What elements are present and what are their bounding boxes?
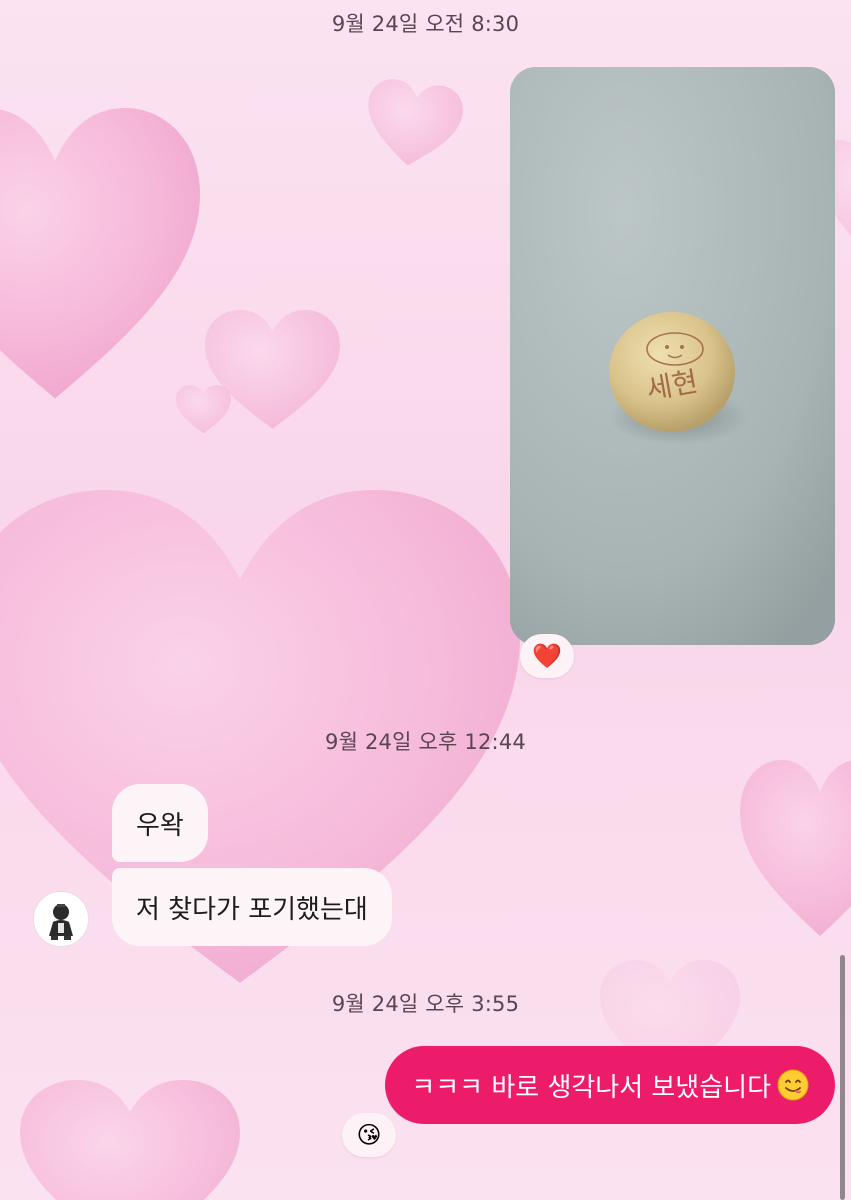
- timestamp: 9월 24일 오후 3:55: [331, 992, 520, 1016]
- outgoing-message[interactable]: ㅋㅋㅋ 바로 생각나서 보냈습니다: [385, 1046, 835, 1124]
- sender-avatar[interactable]: [33, 891, 89, 947]
- timestamp: 9월 24일 오후 12:44: [325, 730, 526, 754]
- timestamp: 9월 24일 오전 8:30: [331, 12, 520, 36]
- outgoing-message-text: ㅋㅋㅋ 바로 생각나서 보냈습니다: [411, 1072, 771, 1103]
- reaction-emoji: ❤️: [532, 642, 562, 670]
- avatar-figure-icon: [34, 892, 88, 946]
- incoming-message[interactable]: 저 찾다가 포기했는대: [112, 868, 392, 946]
- yum-face-icon: [777, 1069, 809, 1101]
- sent-photo[interactable]: 세현: [510, 67, 835, 645]
- scrollbar[interactable]: [840, 955, 845, 1200]
- reaction-emoji: 😘: [356, 1121, 382, 1149]
- photo-of-cookie-icon: 세현: [510, 67, 835, 645]
- reaction-heart-icon[interactable]: ❤️: [520, 634, 574, 678]
- reaction-kiss-icon[interactable]: 😘: [342, 1113, 396, 1157]
- incoming-message[interactable]: 우왁: [112, 784, 208, 862]
- chat-thread[interactable]: 9월 24일 오전 8:30 세현 ❤️ 9월 24일 오후 12:44 우왁 …: [0, 0, 851, 1200]
